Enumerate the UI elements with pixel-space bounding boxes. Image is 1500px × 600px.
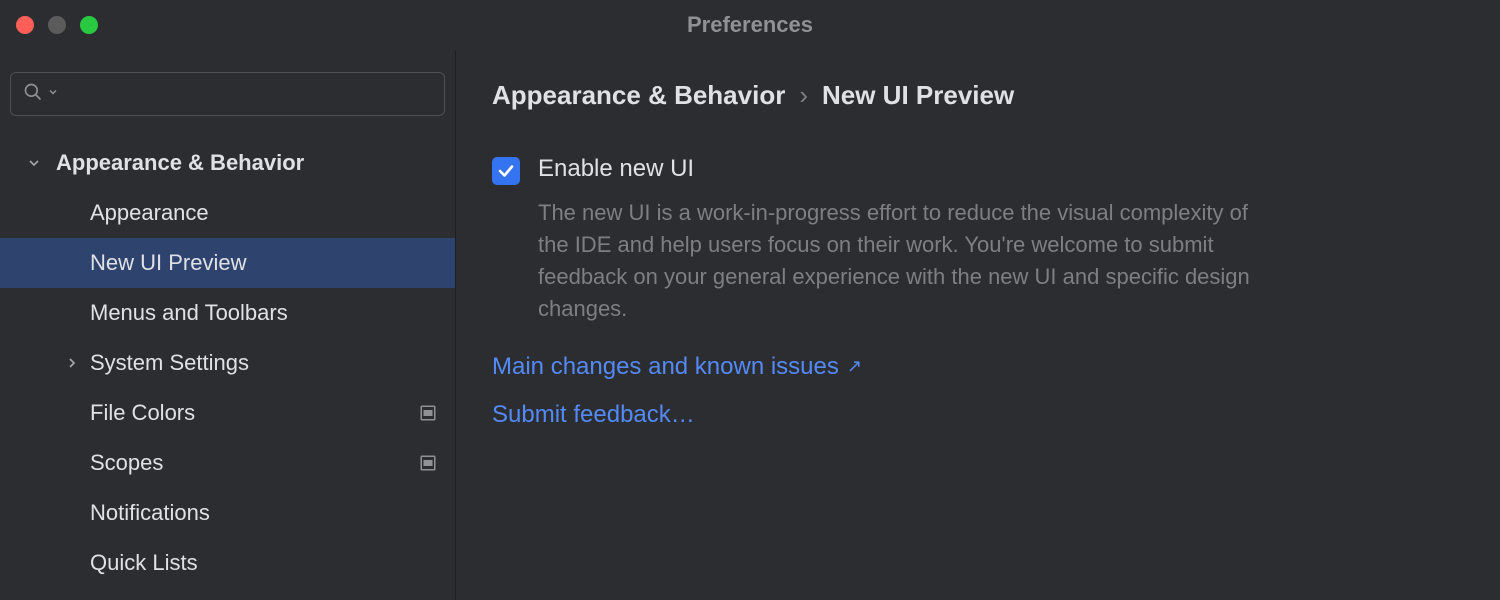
tree-group-label: Appearance & Behavior	[56, 150, 455, 176]
tree-group-appearance-behavior[interactable]: Appearance & Behavior	[0, 138, 455, 188]
titlebar: Preferences	[0, 0, 1500, 50]
tree-item-appearance[interactable]: Appearance	[0, 188, 455, 238]
tree-item-label: New UI Preview	[90, 250, 455, 276]
link-label: Main changes and known issues	[492, 353, 839, 381]
tree-item-label: System Settings	[90, 350, 455, 376]
search-input[interactable]	[63, 83, 432, 106]
enable-new-ui-label[interactable]: Enable new UI	[538, 155, 694, 183]
preferences-sidebar: Appearance & Behavior Appearance New UI …	[0, 50, 456, 600]
settings-panel: Appearance & Behavior › New UI Preview E…	[456, 50, 1500, 600]
tree-item-new-ui-preview[interactable]: New UI Preview	[0, 238, 455, 288]
enable-new-ui-setting: Enable new UI	[492, 155, 1464, 185]
link-label: Submit feedback…	[492, 401, 695, 429]
tree-item-notifications[interactable]: Notifications	[0, 488, 455, 538]
external-link-icon: ↗	[847, 356, 862, 377]
chevron-right-icon[interactable]	[60, 355, 84, 371]
breadcrumb-current: New UI Preview	[822, 80, 1014, 111]
tree-item-menus-toolbars[interactable]: Menus and Toolbars	[0, 288, 455, 338]
minimize-window-button[interactable]	[48, 16, 66, 34]
search-field[interactable]	[10, 72, 445, 116]
breadcrumb-separator-icon: ›	[799, 80, 808, 111]
breadcrumb-parent[interactable]: Appearance & Behavior	[492, 80, 785, 111]
tree-item-label: Quick Lists	[90, 550, 455, 576]
enable-new-ui-description: The new UI is a work-in-progress effort …	[538, 197, 1258, 325]
tree-item-file-colors[interactable]: File Colors	[0, 388, 455, 438]
tree-item-label: Appearance	[90, 200, 455, 226]
window-title: Preferences	[0, 12, 1500, 38]
configurable-icon	[419, 454, 437, 472]
enable-new-ui-checkbox[interactable]	[492, 157, 520, 185]
check-icon	[497, 162, 515, 180]
main-changes-link[interactable]: Main changes and known issues ↗	[492, 353, 1464, 381]
chevron-down-icon[interactable]	[22, 155, 46, 171]
tree-item-system-settings[interactable]: System Settings	[0, 338, 455, 388]
tree-item-label: Menus and Toolbars	[90, 300, 455, 326]
tree-item-label: Notifications	[90, 500, 455, 526]
submit-feedback-link[interactable]: Submit feedback…	[492, 401, 1464, 429]
tree-item-label: Scopes	[90, 450, 419, 476]
configurable-icon	[419, 404, 437, 422]
window-controls	[0, 16, 98, 34]
breadcrumb: Appearance & Behavior › New UI Preview	[492, 80, 1464, 111]
search-icon	[23, 82, 43, 107]
settings-tree: Appearance & Behavior Appearance New UI …	[0, 138, 455, 588]
tree-item-scopes[interactable]: Scopes	[0, 438, 455, 488]
close-window-button[interactable]	[16, 16, 34, 34]
chevron-down-icon[interactable]	[47, 85, 59, 103]
tree-item-label: File Colors	[90, 400, 419, 426]
maximize-window-button[interactable]	[80, 16, 98, 34]
tree-item-quick-lists[interactable]: Quick Lists	[0, 538, 455, 588]
